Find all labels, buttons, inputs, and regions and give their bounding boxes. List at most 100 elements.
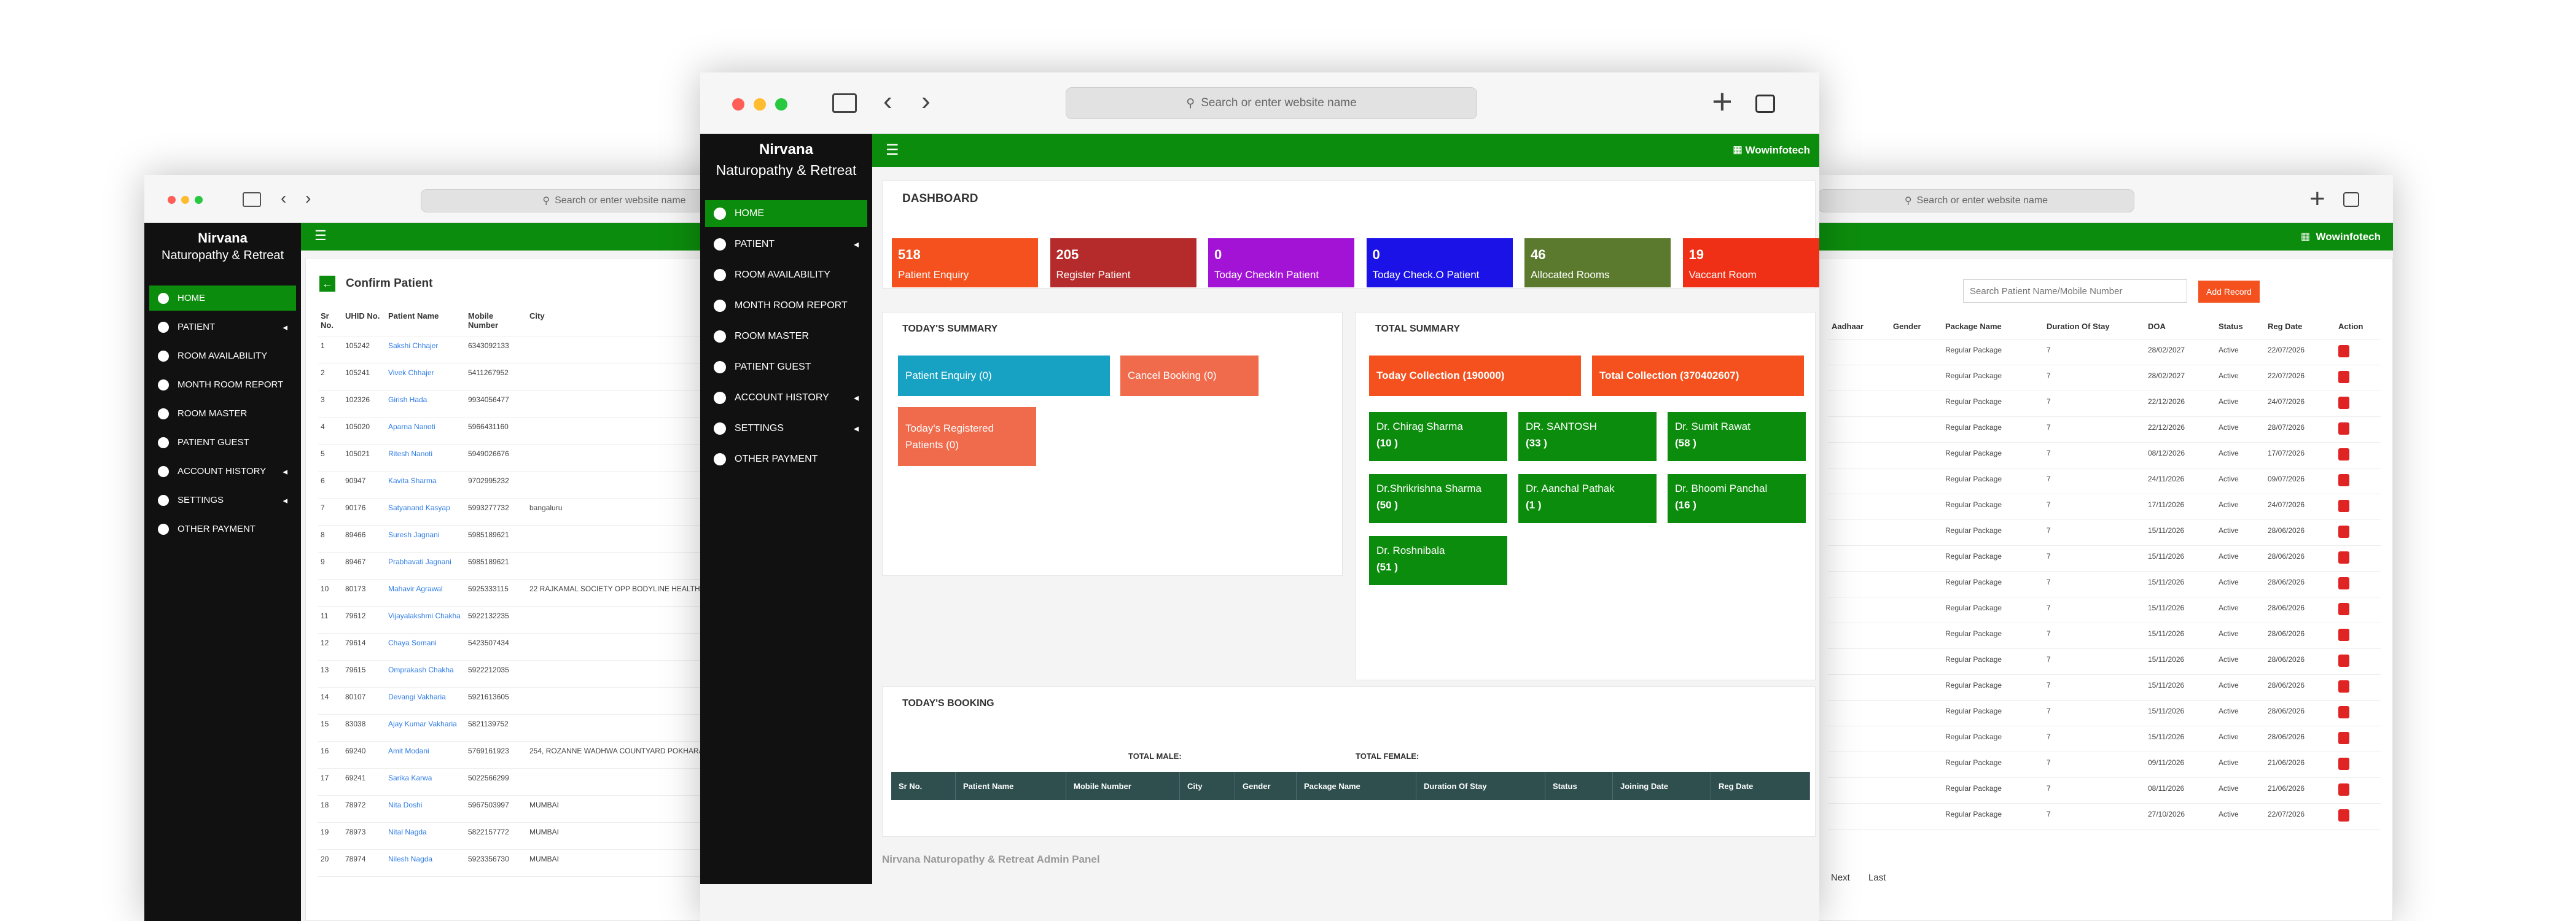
sidebar-item-room-master[interactable]: ROOM MASTER <box>149 401 296 426</box>
close-window-dot[interactable] <box>168 196 176 204</box>
delete-icon[interactable] <box>2338 448 2349 460</box>
table-row[interactable]: Regular Package 7 15/11/2026 Active 28/06/20… <box>1828 571 2381 597</box>
tabs-overview-icon[interactable] <box>2343 192 2359 207</box>
stat-tile-patient-enquiry[interactable]: 518 Patient Enquiry <box>892 238 1038 287</box>
delete-icon[interactable] <box>2338 809 2349 822</box>
column-header[interactable]: Sr No. <box>318 308 343 336</box>
booking-column-header[interactable]: Sr No. <box>891 772 956 800</box>
sidebar-toggle-icon[interactable] <box>832 93 857 113</box>
delete-icon[interactable] <box>2338 551 2349 564</box>
table-cell[interactable]: Amit Modani <box>386 741 466 769</box>
column-header[interactable]: Mobile Number <box>466 308 527 336</box>
delete-icon[interactable] <box>2338 344 2349 357</box>
table-cell[interactable]: Ajay Kumar Vakharia <box>386 714 466 742</box>
table-cell[interactable]: Devangi Vakharia <box>386 687 466 715</box>
patient-search-input[interactable] <box>1963 279 2187 303</box>
table-row[interactable]: Regular Package 7 22/12/2026 Active 24/07/20… <box>1828 391 2381 417</box>
sidebar-item-room-availability[interactable]: ROOM AVAILABILITY <box>705 262 867 289</box>
table-row[interactable]: Regular Package 7 15/11/2026 Active 28/06/20… <box>1828 700 2381 726</box>
table-row[interactable]: Regular Package 7 08/12/2026 Active 17/07/20… <box>1828 442 2381 468</box>
sidebar-item-patient-guest[interactable]: PATIENT GUEST <box>705 354 867 381</box>
address-bar[interactable]: ⚲ Search or enter website name <box>1066 87 1477 119</box>
sidebar-item-settings[interactable]: SETTINGS ◂ <box>149 488 296 513</box>
delete-icon[interactable] <box>2338 473 2349 486</box>
delete-icon[interactable] <box>2338 705 2349 718</box>
sidebar-item-account-history[interactable]: ACCOUNT HISTORY ◂ <box>705 384 867 411</box>
stat-tile-today-checkin-patient[interactable]: 0 Today CheckIn Patient <box>1208 238 1354 287</box>
table-cell[interactable]: Ritesh Nanoti <box>386 444 466 472</box>
booking-column-header[interactable]: Gender <box>1235 772 1297 800</box>
cancel-booking-button[interactable]: Cancel Booking (0) <box>1120 356 1259 396</box>
doctor-tile[interactable]: Dr.Shrikrishna Sharma (50 ) <box>1369 474 1507 523</box>
table-cell[interactable]: Aparna Nanoti <box>386 417 466 445</box>
table-cell[interactable]: Nita Doshi <box>386 795 466 823</box>
address-bar-right[interactable]: ⚲ Search or enter website name <box>1818 189 2134 212</box>
sidebar-item-month-room-report[interactable]: MONTH ROOM REPORT <box>149 372 296 397</box>
column-header[interactable]: DOA <box>2144 317 2215 340</box>
today-collection-button[interactable]: Today Collection (190000) <box>1369 356 1581 396</box>
sidebar-item-settings[interactable]: SETTINGS ◂ <box>705 415 867 442</box>
sidebar-item-patient-guest[interactable]: PATIENT GUEST <box>149 430 296 455</box>
back-arrow-icon[interactable]: ‹ <box>883 86 892 117</box>
booking-column-header[interactable]: Duration Of Stay <box>1416 772 1545 800</box>
delete-icon[interactable] <box>2338 783 2349 796</box>
booking-column-header[interactable]: Status <box>1545 772 1613 800</box>
table-row[interactable]: Regular Package 7 15/11/2026 Active 28/06/20… <box>1828 519 2381 546</box>
column-header[interactable]: Duration Of Stay <box>2043 317 2144 340</box>
new-tab-icon[interactable]: + <box>2309 184 2325 214</box>
sidebar-item-other-payment[interactable]: OTHER PAYMENT <box>149 516 296 542</box>
sidebar-item-room-availability[interactable]: ROOM AVAILABILITY <box>149 343 296 368</box>
minimize-window-dot[interactable] <box>754 98 766 111</box>
table-cell[interactable]: Mahavir Agrawal <box>386 579 466 607</box>
booking-column-header[interactable]: Package Name <box>1297 772 1416 800</box>
stat-tile-today-check-o-patient[interactable]: 0 Today Check.O Patient <box>1366 238 1513 287</box>
delete-icon[interactable] <box>2338 602 2349 615</box>
sidebar-item-other-payment[interactable]: OTHER PAYMENT <box>705 446 867 473</box>
forward-arrow-icon[interactable]: › <box>305 188 311 208</box>
back-arrow-icon[interactable]: ‹ <box>281 188 286 208</box>
doctor-tile[interactable]: Dr. Sumit Rawat (58 ) <box>1668 412 1806 461</box>
table-row[interactable]: Regular Package 7 15/11/2026 Active 28/06/20… <box>1828 623 2381 649</box>
stat-tile-allocated-rooms[interactable]: 46 Allocated Rooms <box>1524 238 1671 287</box>
delete-icon[interactable] <box>2338 525 2349 538</box>
table-cell[interactable]: Sakshi Chhajer <box>386 336 466 363</box>
delete-icon[interactable] <box>2338 628 2349 641</box>
table-row[interactable]: Regular Package 7 15/11/2026 Active 28/06/20… <box>1828 726 2381 752</box>
table-row[interactable]: Regular Package 7 22/12/2026 Active 28/07/20… <box>1828 416 2381 443</box>
maximize-window-dot[interactable] <box>775 98 787 111</box>
stat-tile-register-patient[interactable]: 205 Register Patient <box>1050 238 1196 287</box>
minimize-window-dot[interactable] <box>181 196 189 204</box>
table-row[interactable]: Regular Package 7 08/11/2026 Active 21/06/20… <box>1828 777 2381 804</box>
back-icon[interactable]: ← <box>319 276 335 292</box>
sidebar-item-patient[interactable]: PATIENT ◂ <box>705 231 867 258</box>
column-header[interactable]: Status <box>2215 317 2264 340</box>
pager-last[interactable]: Last <box>1868 872 1886 883</box>
table-cell[interactable]: Satyanand Kasyap <box>386 498 466 526</box>
sidebar-item-home[interactable]: HOME <box>705 200 867 227</box>
new-tab-icon[interactable]: + <box>1712 81 1733 122</box>
delete-icon[interactable] <box>2338 370 2349 383</box>
maximize-window-dot[interactable] <box>195 196 203 204</box>
booking-column-header[interactable]: City <box>1180 772 1235 800</box>
booking-column-header[interactable]: Reg Date <box>1711 772 1810 800</box>
doctor-tile[interactable]: DR. SANTOSH (33 ) <box>1518 412 1657 461</box>
booking-column-header[interactable]: Joining Date <box>1613 772 1711 800</box>
column-header[interactable]: UHID No. <box>343 308 386 336</box>
column-header[interactable]: Patient Name <box>386 308 466 336</box>
delete-icon[interactable] <box>2338 654 2349 667</box>
doctor-tile[interactable]: Dr. Aanchal Pathak (1 ) <box>1518 474 1657 523</box>
table-row[interactable]: Regular Package 7 09/11/2026 Active 21/06/20… <box>1828 752 2381 778</box>
column-header[interactable]: Gender <box>1889 317 1942 340</box>
delete-icon[interactable] <box>2338 577 2349 589</box>
close-window-dot[interactable] <box>732 98 744 111</box>
patient-enquiry-button[interactable]: Patient Enquiry (0) <box>898 356 1110 396</box>
table-row[interactable]: Regular Package 7 28/02/2027 Active 22/07/20… <box>1828 339 2381 365</box>
table-row[interactable]: Regular Package 7 15/11/2026 Active 28/06/20… <box>1828 597 2381 623</box>
forward-arrow-icon[interactable]: › <box>921 86 931 117</box>
add-record-button[interactable]: Add Record <box>2198 281 2260 303</box>
delete-icon[interactable] <box>2338 731 2349 744</box>
sidebar-item-month-room-report[interactable]: MONTH ROOM REPORT <box>705 292 867 319</box>
table-cell[interactable]: Nilesh Nagda <box>386 849 466 877</box>
booking-column-header[interactable]: Mobile Number <box>1066 772 1180 800</box>
table-row[interactable]: Regular Package 7 28/02/2027 Active 22/07/20… <box>1828 365 2381 391</box>
